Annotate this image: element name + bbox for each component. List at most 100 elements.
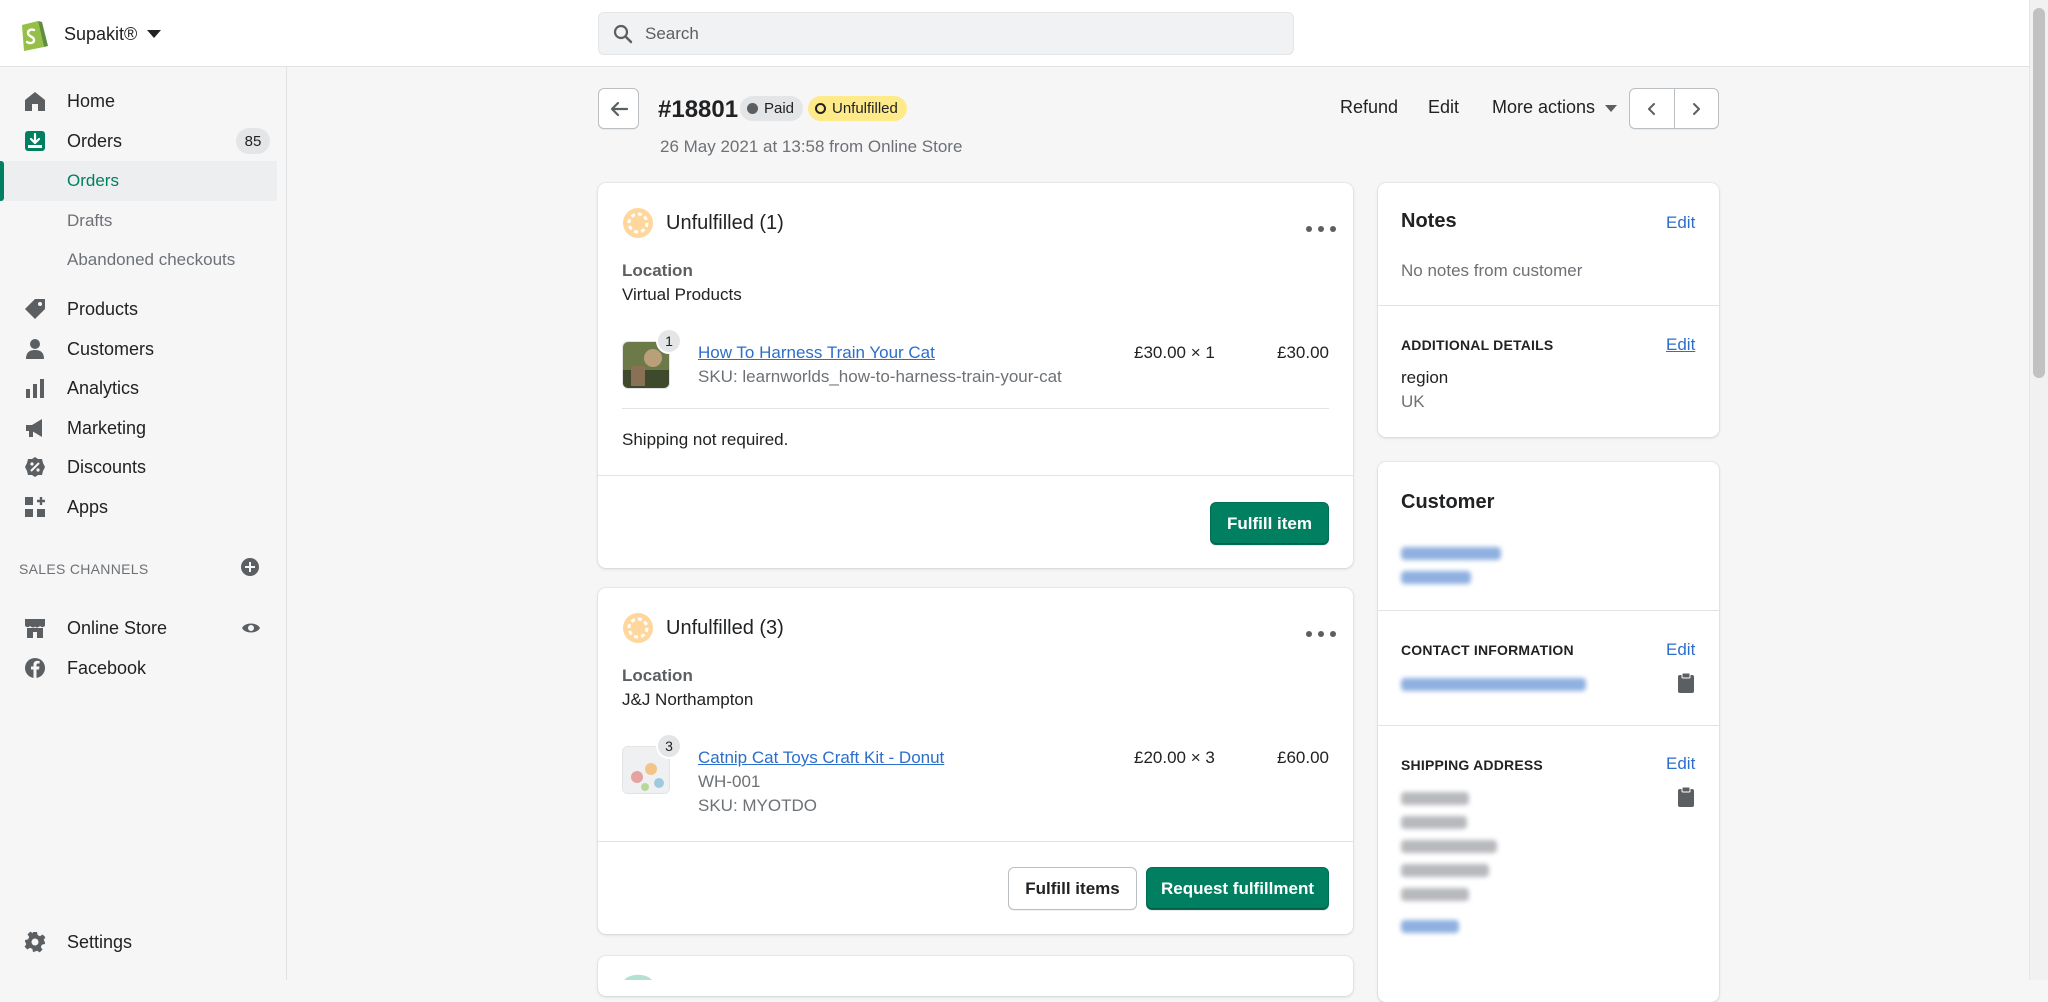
facebook-icon: [25, 658, 45, 678]
divider: [598, 841, 1353, 842]
customer-orders-link[interactable]: [1401, 571, 1471, 584]
chevron-left-icon: [1647, 102, 1655, 115]
card-header: Unfulfilled (3): [622, 612, 784, 644]
back-button[interactable]: [598, 88, 639, 129]
arrow-left-icon: [610, 101, 628, 116]
divider: [1378, 610, 1719, 611]
sidebar-subitem-drafts[interactable]: Drafts: [0, 201, 287, 241]
quantity-badge: 3: [656, 733, 682, 759]
customer-card: Customer CONTACT INFORMATION Edit SHIPPI…: [1378, 462, 1719, 1002]
sales-channels-heading: SALES CHANNELS: [19, 561, 149, 577]
clipboard-icon[interactable]: [1677, 672, 1695, 694]
unfulfilled-status-icon: [623, 208, 653, 238]
next-order-button[interactable]: [1673, 89, 1718, 128]
search-input[interactable]: [645, 23, 1245, 44]
sidebar-item-label: Customers: [67, 338, 155, 359]
gear-icon: [24, 931, 46, 953]
edit-contact-link[interactable]: Edit: [1666, 640, 1695, 660]
address-line: [1401, 864, 1489, 877]
edit-additional-details-link[interactable]: Edit: [1666, 335, 1695, 355]
address-line: [1401, 792, 1469, 805]
more-actions-button[interactable]: More actions: [1492, 97, 1618, 118]
sidebar-item-settings[interactable]: Settings: [0, 922, 287, 962]
sidebar-subitem-label: Drafts: [67, 211, 113, 230]
order-subtitle: 26 May 2021 at 13:58 from Online Store: [660, 137, 963, 156]
fulfill-items-button[interactable]: Fulfill items: [1008, 867, 1137, 910]
clipboard-icon[interactable]: [1677, 786, 1695, 808]
line-total: £30.00: [1277, 343, 1329, 362]
page-scrollbar[interactable]: [2029, 0, 2048, 980]
sidebar-item-customers[interactable]: Customers: [0, 329, 287, 369]
location-value: Virtual Products: [622, 285, 742, 304]
location-label: Location: [622, 666, 693, 685]
notes-title: Notes: [1401, 210, 1457, 232]
address-line: [1401, 888, 1469, 901]
orders-count-badge: 85: [236, 128, 270, 154]
sidebar-subitem-abandoned-checkouts[interactable]: Abandoned checkouts: [0, 240, 287, 280]
tag-icon: [25, 299, 45, 319]
location-value: J&J Northampton: [622, 690, 754, 709]
edit-notes-link[interactable]: Edit: [1666, 213, 1695, 233]
fulfillment-card: [598, 956, 1353, 996]
badge-label: Unfulfilled: [832, 100, 898, 117]
sidebar-item-label: Products: [67, 298, 139, 319]
refund-button[interactable]: Refund: [1340, 97, 1398, 118]
request-fulfillment-button[interactable]: Request fulfillment: [1146, 867, 1329, 910]
sidebar-subitem-label: Abandoned checkouts: [67, 250, 236, 269]
sidebar-item-facebook[interactable]: Facebook: [0, 648, 287, 688]
sidebar-item-apps[interactable]: Apps: [0, 487, 287, 527]
fulfillment-card: Unfulfilled (3) Location J&J Northampton…: [598, 588, 1353, 934]
product-sku: SKU: MYOTDO: [698, 796, 818, 815]
bar-chart-icon: [26, 379, 44, 398]
page-title: #18801: [658, 96, 739, 123]
orders-icon: [25, 131, 45, 151]
sidebar-item-analytics[interactable]: Analytics: [0, 368, 287, 408]
edit-shipping-address-link[interactable]: Edit: [1666, 754, 1695, 774]
contact-info-title: CONTACT INFORMATION: [1401, 642, 1574, 658]
more-options-icon[interactable]: [1306, 219, 1336, 239]
search-bar[interactable]: [598, 12, 1294, 55]
customer-name-link[interactable]: [1401, 547, 1501, 560]
sidebar-item-marketing[interactable]: Marketing: [0, 408, 287, 448]
sidebar-item-discounts[interactable]: Discounts: [0, 447, 287, 487]
sidebar-item-orders[interactable]: Orders 85: [0, 121, 287, 161]
sidebar-item-label: Facebook: [67, 657, 147, 678]
fulfillment-card: Unfulfilled (1) Location Virtual Product…: [598, 183, 1353, 568]
payment-status-badge: Paid: [740, 96, 804, 121]
dot-icon: [747, 103, 758, 114]
scrollbar-thumb[interactable]: [2033, 8, 2045, 378]
divider: [598, 475, 1353, 476]
notes-empty-text: No notes from customer: [1401, 261, 1583, 280]
sidebar-subitem-orders[interactable]: Orders: [0, 161, 277, 201]
card-header: Unfulfilled (1): [622, 207, 784, 239]
add-circle-icon[interactable]: [240, 557, 260, 577]
sidebar-item-products[interactable]: Products: [0, 289, 287, 329]
sidebar-item-online-store[interactable]: Online Store: [0, 608, 287, 648]
location-label: Location: [622, 261, 693, 280]
more-options-icon[interactable]: [1306, 624, 1336, 644]
unit-price-quantity: £20.00 × 3: [1134, 748, 1215, 767]
caret-down-icon: [147, 30, 162, 38]
customer-email-link[interactable]: [1401, 678, 1586, 691]
fulfill-item-button[interactable]: Fulfill item: [1210, 502, 1329, 545]
previous-order-button[interactable]: [1630, 89, 1674, 128]
sidebar-item-label: Online Store: [67, 617, 168, 638]
badge-label: Paid: [764, 100, 795, 117]
sidebar-item-label: Home: [67, 90, 116, 111]
order-pagination: [1629, 88, 1719, 129]
sidebar-item-home[interactable]: Home: [0, 81, 287, 121]
product-sku: SKU: learnworlds_how-to-harness-train-yo…: [698, 367, 1062, 386]
product-link[interactable]: Catnip Cat Toys Craft Kit - Donut: [698, 748, 944, 768]
card-title: Unfulfilled (3): [666, 616, 784, 639]
edit-order-button[interactable]: Edit: [1428, 97, 1459, 118]
shopify-logo-icon: [22, 21, 48, 51]
eye-icon[interactable]: [241, 618, 261, 638]
store-switcher[interactable]: Supakit®: [18, 16, 162, 52]
shipping-note: Shipping not required.: [622, 430, 789, 449]
sidebar-item-label: Settings: [67, 931, 133, 952]
sidebar-item-label: Discounts: [67, 456, 147, 477]
detail-value: UK: [1401, 392, 1425, 411]
view-map-link[interactable]: [1401, 920, 1459, 933]
megaphone-icon: [26, 419, 42, 437]
product-link[interactable]: How To Harness Train Your Cat: [698, 343, 935, 363]
